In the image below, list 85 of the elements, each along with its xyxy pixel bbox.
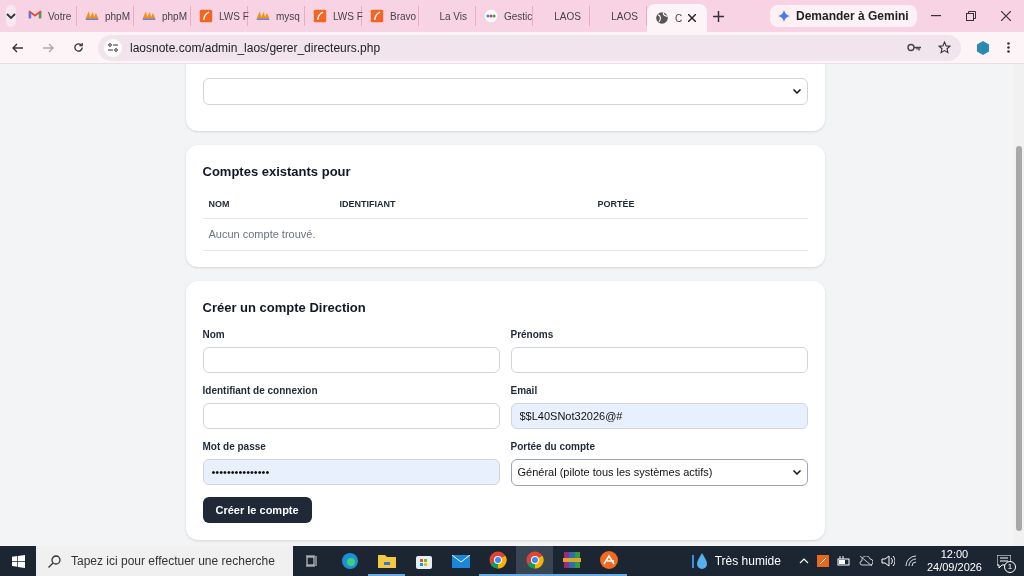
gemini-button[interactable]: Demander à Gemini xyxy=(770,5,917,27)
task-view-icon xyxy=(306,555,318,567)
browser-tab[interactable]: Votre xyxy=(20,6,77,26)
windows-logo-icon xyxy=(11,554,25,568)
cloud-off-icon[interactable] xyxy=(858,556,873,566)
sail-logo-icon xyxy=(85,9,99,23)
battery-plug-icon[interactable] xyxy=(836,556,851,566)
dots-logo-icon xyxy=(484,9,498,23)
input-field[interactable]: $$L40SNot32026@# xyxy=(510,403,808,429)
sparkle-icon xyxy=(778,10,790,22)
taskbar-search-field[interactable]: Tapez ici pour effectuer une recherche xyxy=(36,546,293,576)
section-title: Comptes existants pour xyxy=(202,163,352,181)
close-icon xyxy=(1000,11,1011,21)
tray-app-icon[interactable] xyxy=(816,555,829,567)
chevron-up-icon[interactable] xyxy=(798,558,809,564)
site-info-icon[interactable] xyxy=(104,38,122,57)
column-header: IDENTIFIANT xyxy=(339,197,397,211)
clock[interactable]: 12:00 24/09/2026 xyxy=(924,548,984,574)
water-drop-icon xyxy=(691,552,708,570)
back-arrow-icon xyxy=(12,42,24,53)
folder-icon xyxy=(377,552,396,568)
field-label: Portée du compte xyxy=(510,440,596,454)
input-field[interactable] xyxy=(202,403,500,429)
weather-text[interactable]: Très humide xyxy=(714,552,781,570)
globe-icon xyxy=(655,11,669,25)
speaker-icon[interactable] xyxy=(880,555,895,567)
forward-arrow-icon xyxy=(42,42,54,53)
browser-tab[interactable]: La Vis xyxy=(419,6,476,26)
menu-icon[interactable] xyxy=(1007,42,1010,53)
extension-icon[interactable] xyxy=(977,40,989,55)
key-icon[interactable] xyxy=(907,43,922,52)
sail-logo-icon xyxy=(142,9,156,23)
minimize-icon xyxy=(930,15,941,17)
plus-icon xyxy=(713,10,724,22)
field-label: Email xyxy=(510,384,539,398)
section-title: Créer un compte Direction xyxy=(202,298,367,317)
url-text: laosnote.com/admin_laos/gerer_directeurs.php xyxy=(130,39,381,57)
input-field[interactable]: ••••••••••••••• xyxy=(202,459,500,485)
restore-icon xyxy=(965,11,976,21)
envelope-icon xyxy=(451,554,470,568)
close-tab-icon[interactable] xyxy=(688,14,697,22)
address-bar[interactable]: laosnote.com/admin_laos/gerer_directeurs.php xyxy=(98,34,961,61)
field-label: Nom xyxy=(202,328,226,342)
browser-tab[interactable]: phpM xyxy=(134,6,191,26)
reload-icon xyxy=(72,42,84,53)
wifi-icon[interactable] xyxy=(904,555,917,567)
flash-logo-icon xyxy=(199,9,213,23)
field-label: Prénoms xyxy=(510,328,555,342)
notification-count: 1 xyxy=(1004,561,1016,573)
browser-tab[interactable]: LWS F xyxy=(305,6,362,26)
browser-tab[interactable]: phpM xyxy=(77,6,134,26)
flash-logo-icon xyxy=(370,9,384,23)
sail-logo-icon xyxy=(256,9,270,23)
column-header: PORTÉE xyxy=(597,197,636,211)
notification-button[interactable]: 1 xyxy=(984,546,1024,576)
field-label: Identifiant de connexion xyxy=(202,384,319,398)
empty-message: Aucun compte trouvé. xyxy=(202,219,808,251)
browser-tab[interactable]: Bravo xyxy=(362,6,419,26)
chrome-icon xyxy=(525,551,544,569)
create-account-button[interactable]: Créer le compte xyxy=(202,497,312,523)
browser-tab[interactable]: LWS F xyxy=(191,6,248,26)
chrome-icon xyxy=(488,551,507,569)
browser-tab[interactable]: C xyxy=(647,4,707,32)
notification-icon xyxy=(997,554,1011,568)
chevron-down-icon xyxy=(6,13,16,19)
archive-books-icon xyxy=(562,551,581,569)
clock-date: 24/09/2026 xyxy=(926,561,982,574)
search-icon xyxy=(48,554,61,568)
flash-logo-icon xyxy=(313,9,327,23)
input-field[interactable] xyxy=(510,347,808,373)
select-field[interactable]: Général (pilote tous les systèmes actifs) xyxy=(510,459,808,486)
browser-tab[interactable]: Gestic xyxy=(476,6,533,26)
browser-tab[interactable]: mysq xyxy=(248,6,305,26)
clock-time: 12:00 xyxy=(940,548,969,561)
chevron-down-icon xyxy=(792,89,801,94)
column-header: NOM xyxy=(208,197,231,211)
field-label: Mot de passe xyxy=(202,440,267,454)
scrollbar[interactable] xyxy=(1014,64,1024,546)
browser-tab[interactable]: LAOS xyxy=(533,6,590,26)
store-bag-icon xyxy=(415,553,432,569)
bookmark-star-icon[interactable] xyxy=(938,41,951,54)
input-field[interactable] xyxy=(202,347,500,373)
chevron-down-icon xyxy=(792,470,801,475)
tab-list-button[interactable] xyxy=(6,5,16,27)
select-field[interactable] xyxy=(202,78,808,105)
